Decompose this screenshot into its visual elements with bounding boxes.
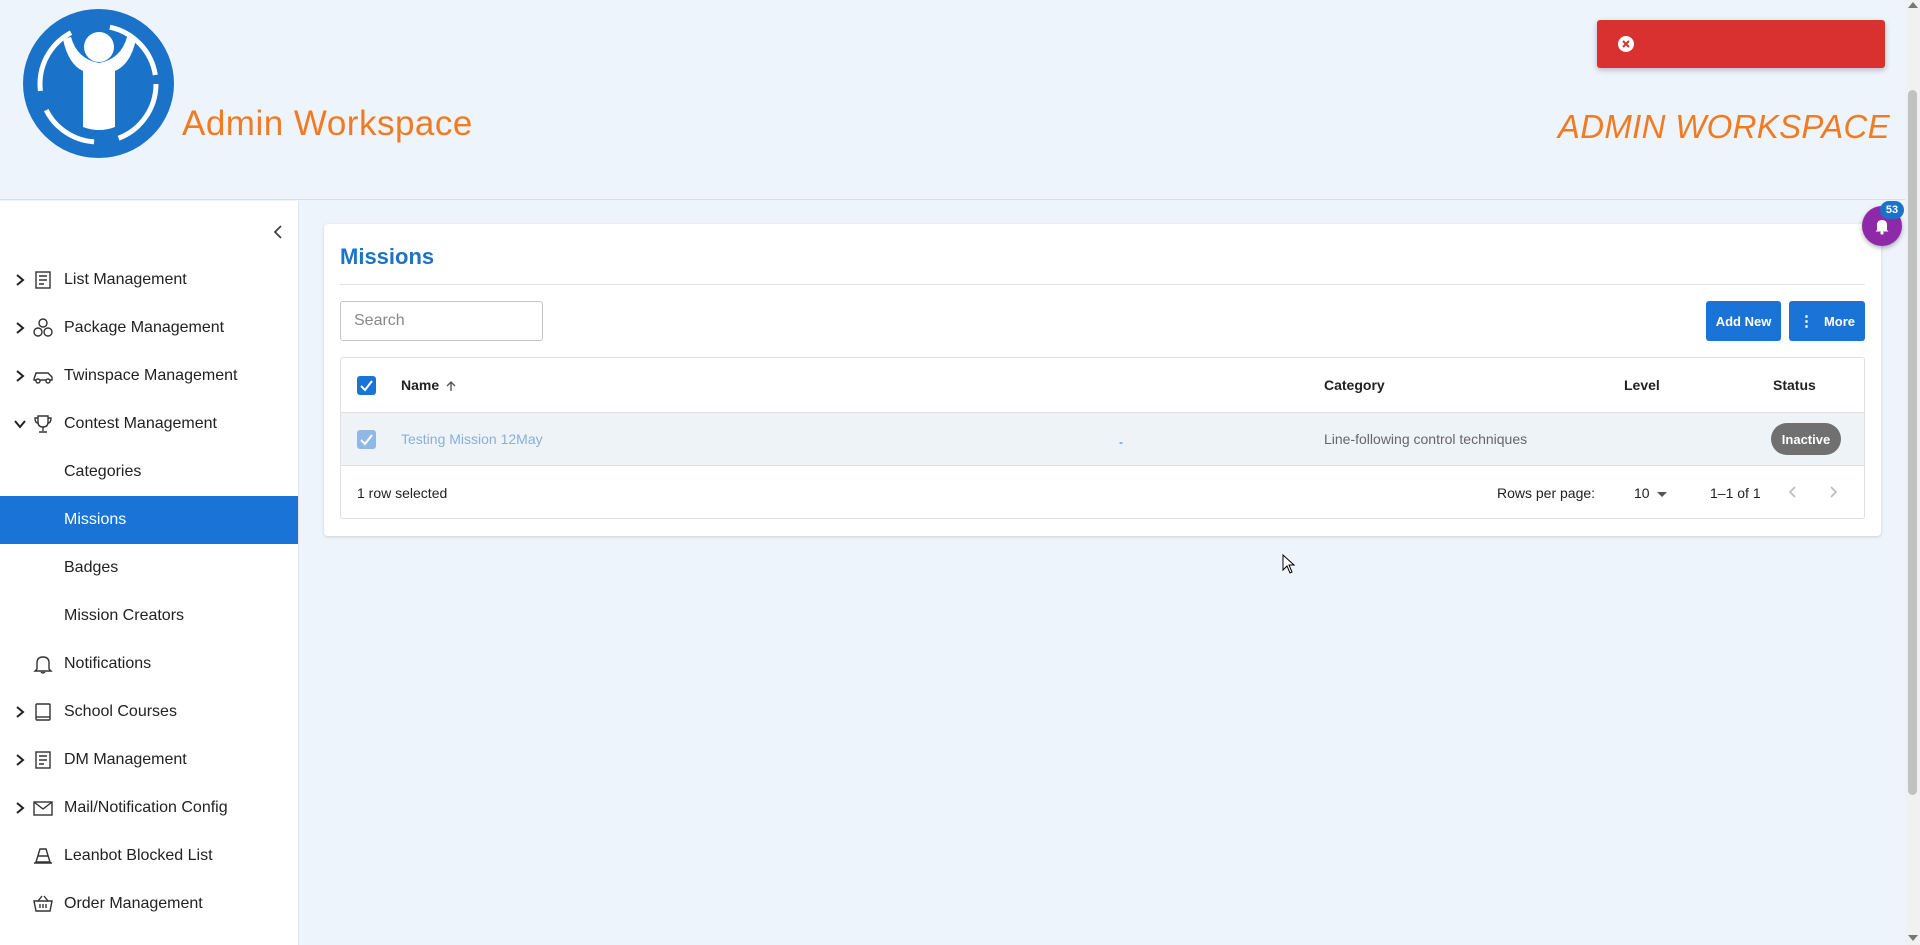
sidebar-item-mission-creators[interactable]: Mission Creators bbox=[0, 592, 298, 640]
selected-count: 1 row selected bbox=[357, 485, 448, 501]
trophy-icon bbox=[34, 415, 52, 433]
column-label: Name bbox=[401, 377, 440, 393]
column-header-name[interactable]: Name bbox=[401, 377, 457, 393]
sidebar-item-contest-management[interactable]: Contest Management bbox=[0, 400, 298, 448]
app-title: Admin Workspace bbox=[182, 104, 473, 143]
error-toast[interactable] bbox=[1597, 20, 1885, 68]
scroll-up-arrow-icon[interactable] bbox=[1908, 2, 1918, 8]
bell-icon bbox=[1875, 220, 1889, 235]
error-icon bbox=[1618, 36, 1634, 52]
title-divider bbox=[340, 284, 1865, 285]
mission-category: Line-following control techniques bbox=[1324, 431, 1528, 447]
mail-icon bbox=[33, 801, 53, 816]
sidebar-item-label: Mail/Notification Config bbox=[64, 799, 228, 816]
document-list-icon bbox=[35, 751, 51, 769]
page-title: Missions bbox=[340, 244, 435, 269]
book-icon bbox=[35, 703, 51, 721]
app-title-right: ADMIN WORKSPACE bbox=[1557, 108, 1890, 145]
pagination-range: 1–1 of 1 bbox=[1710, 485, 1761, 501]
sidebar-item-categories[interactable]: Categories bbox=[0, 448, 298, 496]
missions-table: Name Category Level Status Testing Missi… bbox=[340, 357, 1865, 519]
mission-name-link[interactable]: Testing Mission 12May bbox=[401, 431, 543, 447]
page-scrollbar[interactable] bbox=[1905, 0, 1920, 945]
table-footer: 1 row selected Rows per page: 10 1–1 of … bbox=[341, 466, 1864, 519]
scroll-down-arrow-icon[interactable] bbox=[1908, 935, 1918, 941]
column-header-category[interactable]: Category bbox=[1324, 377, 1385, 393]
chevron-right-icon bbox=[16, 802, 25, 814]
select-all-checkbox[interactable] bbox=[357, 376, 376, 395]
boxes-icon bbox=[33, 318, 53, 337]
sidebar-item-mail-notification-config[interactable]: Mail/Notification Config bbox=[0, 784, 298, 832]
sidebar-item-label: Package Management bbox=[64, 319, 225, 336]
bell-icon bbox=[33, 656, 53, 674]
car-icon bbox=[33, 372, 53, 384]
column-header-status[interactable]: Status bbox=[1773, 377, 1816, 393]
more-button-label: More bbox=[1823, 313, 1856, 329]
add-new-button[interactable]: Add New bbox=[1706, 301, 1781, 341]
sidebar-item-missions[interactable]: Missions bbox=[0, 496, 298, 544]
chevron-right-icon bbox=[16, 370, 25, 382]
sidebar-item-label: Leanbot Blocked List bbox=[64, 847, 213, 864]
next-page-icon[interactable] bbox=[1825, 484, 1841, 500]
sidebar-item-label: DM Management bbox=[64, 751, 187, 768]
sidebar-item-label: Twinspace Management bbox=[64, 367, 238, 384]
status-badge: Inactive bbox=[1771, 423, 1841, 455]
sidebar-item-label: Missions bbox=[64, 511, 127, 528]
sidebar-item-leanbot-blocked-list[interactable]: Leanbot Blocked List bbox=[0, 832, 298, 880]
sidebar-item-dm-management[interactable]: DM Management bbox=[0, 736, 298, 784]
sidebar-item-school-courses[interactable]: School Courses bbox=[0, 688, 298, 736]
chevron-right-icon bbox=[16, 274, 25, 286]
rows-per-page-label: Rows per page: bbox=[1497, 485, 1596, 501]
column-header-level[interactable]: Level bbox=[1624, 377, 1660, 393]
child-logo-icon[interactable] bbox=[23, 9, 174, 158]
sidebar: List Management Package Management Twins… bbox=[0, 201, 299, 945]
missions-card: Missions Add New ⋮ More Name Category Le… bbox=[324, 224, 1881, 536]
dropdown-caret-icon[interactable] bbox=[1657, 492, 1667, 497]
collapse-sidebar-icon[interactable] bbox=[270, 223, 288, 241]
sidebar-item-twinspace-management[interactable]: Twinspace Management bbox=[0, 352, 298, 400]
previous-page-icon[interactable] bbox=[1785, 484, 1801, 500]
sidebar-item-label: Contest Management bbox=[64, 415, 217, 432]
chevron-right-icon bbox=[16, 322, 25, 334]
notification-count-badge: 53 bbox=[1880, 201, 1904, 219]
sidebar-item-notifications[interactable]: Notifications bbox=[0, 640, 298, 688]
sidebar-item-label: List Management bbox=[64, 271, 187, 288]
sidebar-item-order-management[interactable]: Order Management bbox=[0, 880, 298, 928]
sort-ascending-icon bbox=[446, 381, 456, 391]
row-extra-value: - bbox=[1119, 435, 1123, 449]
scroll-thumb[interactable] bbox=[1908, 90, 1917, 795]
chevron-right-icon bbox=[16, 754, 25, 766]
sidebar-item-package-management[interactable]: Package Management bbox=[0, 304, 298, 352]
document-list-icon bbox=[35, 271, 51, 289]
sidebar-item-label: Categories bbox=[64, 463, 142, 480]
sidebar-item-badges[interactable]: Badges bbox=[0, 544, 298, 592]
mouse-cursor-icon bbox=[1282, 554, 1296, 574]
rows-per-page-select[interactable]: 10 bbox=[1634, 485, 1650, 501]
sidebar-item-list-management[interactable]: List Management bbox=[0, 256, 298, 304]
search-input[interactable] bbox=[340, 301, 543, 341]
sidebar-item-label: Badges bbox=[64, 559, 119, 576]
more-vertical-icon: ⋮ bbox=[1798, 313, 1814, 330]
table-row[interactable]: Testing Mission 12May - Line-following c… bbox=[341, 413, 1864, 466]
sidebar-item-label: Notifications bbox=[64, 655, 152, 672]
sidebar-item-label: School Courses bbox=[64, 703, 177, 720]
sidebar-item-label: Order Management bbox=[64, 895, 203, 912]
chevron-down-icon bbox=[14, 420, 26, 429]
table-header: Name Category Level Status bbox=[341, 358, 1864, 413]
more-button[interactable]: ⋮ More bbox=[1789, 301, 1865, 341]
sidebar-item-label: Mission Creators bbox=[64, 607, 185, 624]
row-checkbox[interactable] bbox=[357, 430, 376, 449]
basket-icon bbox=[33, 895, 53, 912]
chevron-right-icon bbox=[16, 706, 25, 718]
cone-icon bbox=[34, 848, 52, 864]
